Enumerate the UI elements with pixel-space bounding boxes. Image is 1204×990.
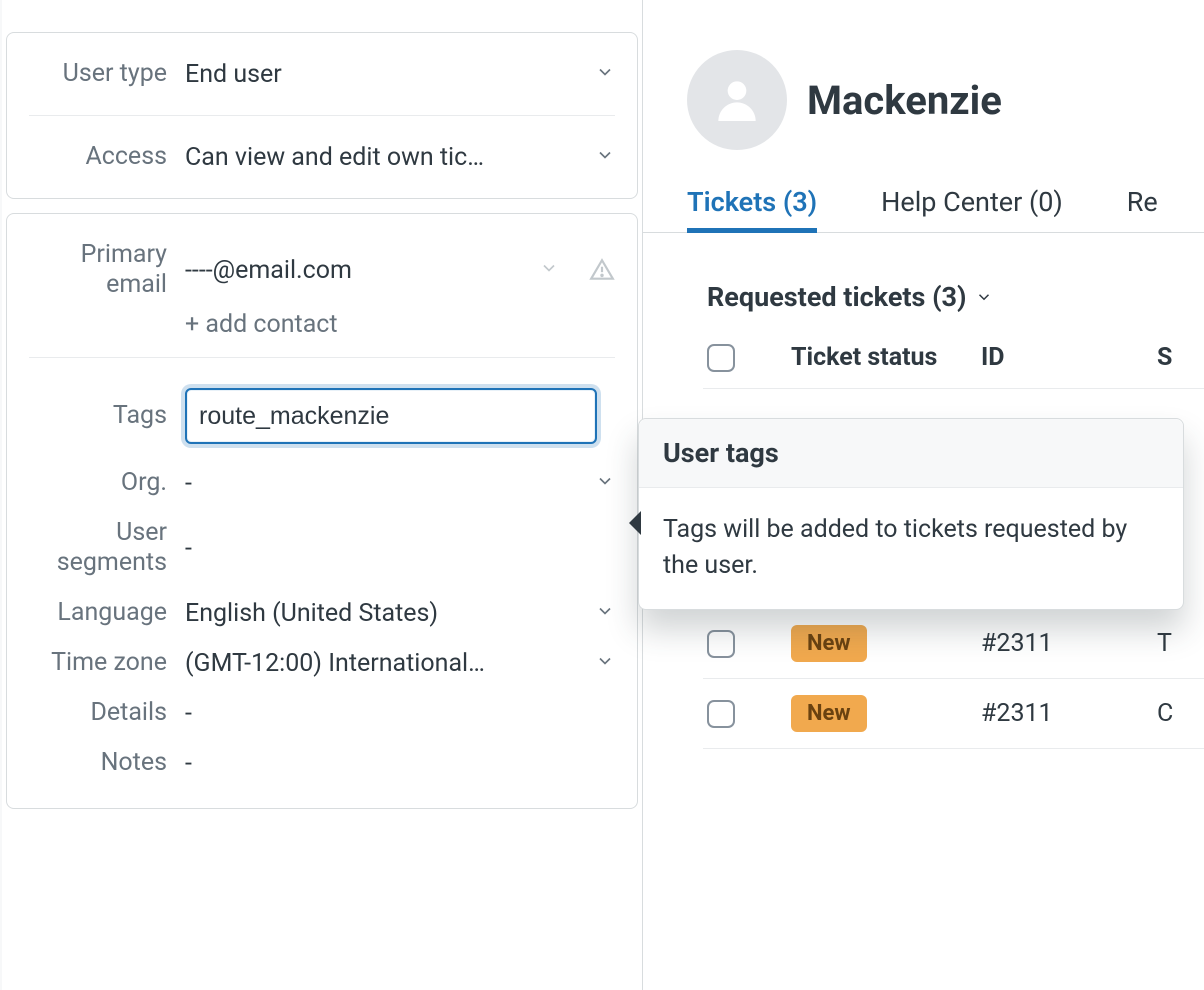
tooltip-body: Tags will be added to tickets requested … [639,488,1183,609]
access-value: Can view and edit own tic… [185,143,484,172]
details-row[interactable]: Details - [7,688,637,738]
tab-tickets[interactable]: Tickets (3) [687,186,817,233]
table-row[interactable]: New #2311 T [703,609,1204,679]
chevron-down-icon[interactable] [595,145,615,169]
ticket-subject: T [1157,629,1204,658]
ticket-id: #2311 [981,629,1157,658]
tags-row: Tags [7,358,637,458]
row-checkbox[interactable] [707,700,735,728]
user-type-value: End user [185,60,282,89]
person-icon [709,72,765,128]
notes-row[interactable]: Notes - [7,738,637,808]
chevron-down-icon[interactable] [539,258,559,282]
tickets-table-head: Ticket status ID S [703,327,1204,389]
user-properties-panel: User type End user Access Can view and e… [2,0,642,813]
ticket-subject: C [1157,699,1204,728]
chevron-down-icon[interactable] [975,281,993,313]
profile-name: Mackenzie [807,77,1002,124]
tooltip-title: User tags [639,419,1183,488]
org-value: - [185,469,192,498]
time-zone-value: (GMT-12:00) International… [185,649,485,678]
profile-header: Mackenzie [643,0,1204,150]
ticket-id: #2311 [981,699,1157,728]
requested-tickets-heading[interactable]: Requested tickets (3) [643,281,1204,313]
details-label: Details [29,698,185,728]
user-type-row[interactable]: User type End user [7,33,637,115]
status-badge: New [791,695,867,732]
avatar [687,50,787,150]
user-segments-row: User segments - [7,508,637,588]
user-type-label: User type [29,59,185,89]
user-segments-label: User segments [29,518,185,578]
warning-icon [589,257,615,283]
org-row[interactable]: Org. - [7,458,637,508]
chevron-down-icon[interactable] [595,471,615,495]
notes-value: - [185,749,192,778]
access-row[interactable]: Access Can view and edit own tic… [7,116,637,198]
status-badge: New [791,625,867,662]
primary-email-value: ----@email.com [185,256,352,285]
user-details-card: Primary email ----@email.com + add conta… [6,213,638,809]
access-label: Access [29,142,185,172]
primary-email-row[interactable]: Primary email ----@email.com [7,214,637,310]
primary-email-label: Primary email [29,240,185,300]
user-tags-tooltip: User tags Tags will be added to tickets … [638,418,1184,610]
column-id[interactable]: ID [981,343,1157,372]
chevron-down-icon[interactable] [595,651,615,675]
requested-tickets-label: Requested tickets (3) [707,281,967,313]
notes-label: Notes [29,748,185,778]
tooltip-arrow-icon [629,511,641,535]
language-value: English (United States) [185,599,438,628]
time-zone-label: Time zone [29,648,185,678]
time-zone-row[interactable]: Time zone (GMT-12:00) International… [7,638,637,688]
add-contact-link[interactable]: + add contact [185,310,338,339]
user-segments-value: - [185,534,192,563]
user-identity-card: User type End user Access Can view and e… [6,32,638,199]
select-all-checkbox[interactable] [707,344,735,372]
tags-label: Tags [29,401,185,431]
org-label: Org. [29,468,185,498]
column-status[interactable]: Ticket status [791,343,981,372]
tabs: Tickets (3) Help Center (0) Re [643,186,1204,233]
details-value: - [185,699,192,728]
tab-help-center[interactable]: Help Center (0) [881,186,1063,232]
chevron-down-icon[interactable] [595,601,615,625]
tags-input[interactable] [185,388,597,444]
column-s[interactable]: S [1157,343,1204,372]
table-row[interactable]: New #2311 C [703,679,1204,749]
language-label: Language [29,598,185,628]
chevron-down-icon[interactable] [595,62,615,86]
row-checkbox[interactable] [707,630,735,658]
language-row[interactable]: Language English (United States) [7,588,637,638]
tab-related[interactable]: Re [1127,186,1158,232]
